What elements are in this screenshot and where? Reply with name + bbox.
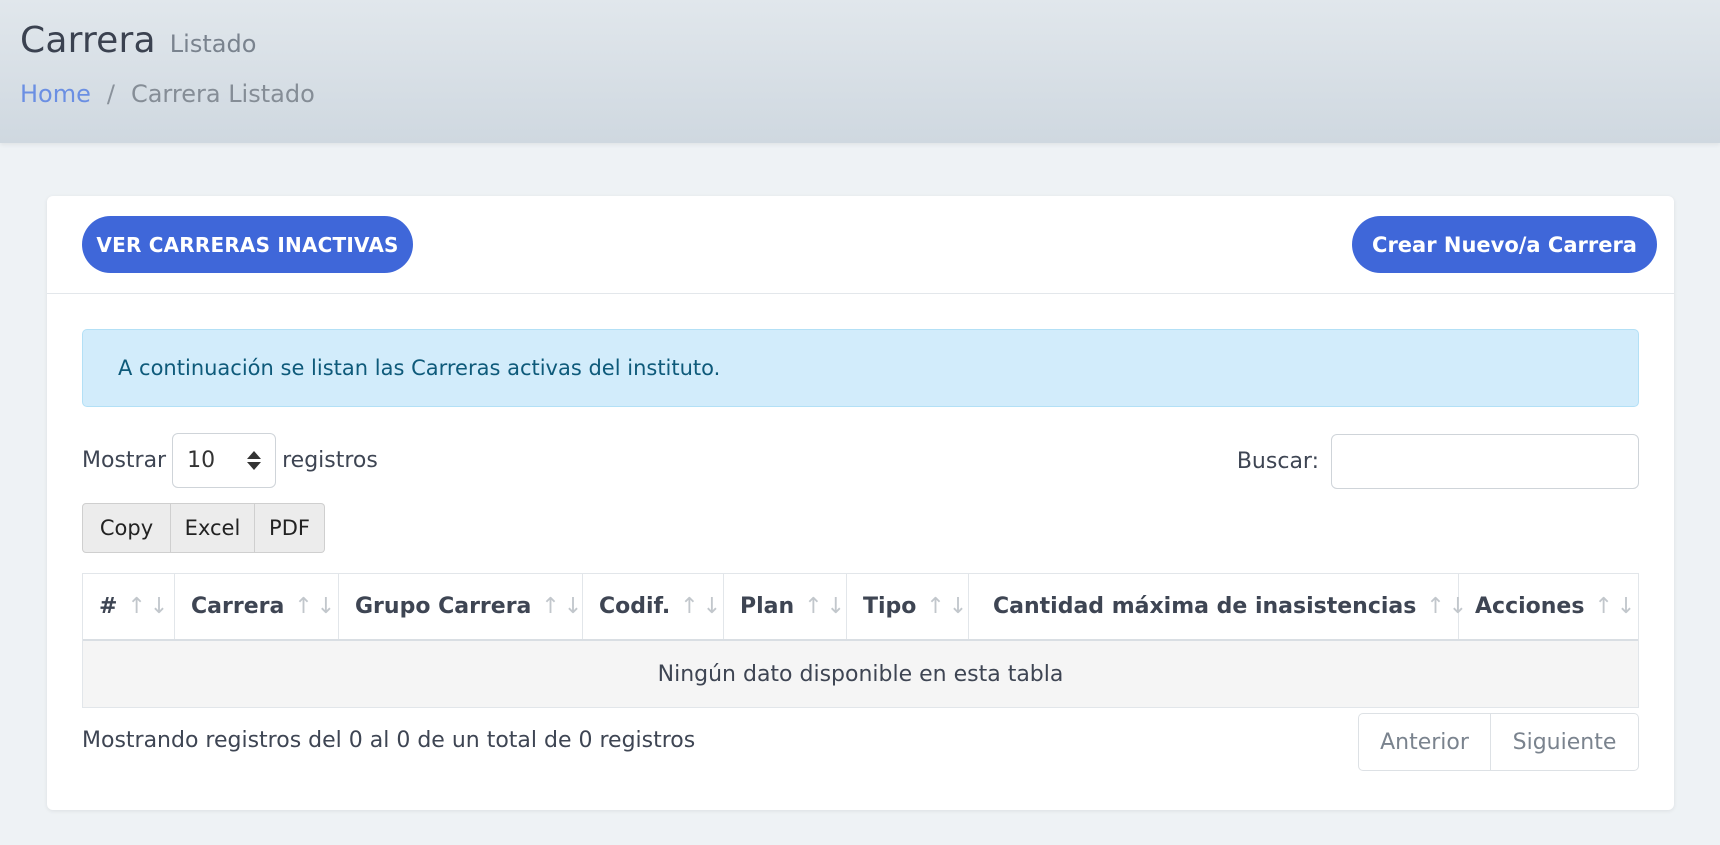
search-control: Buscar: <box>1237 434 1639 489</box>
table-empty-row: Ningún dato disponible en esta tabla <box>83 641 1638 707</box>
breadcrumb-separator: / <box>106 80 115 108</box>
column-header-carrera[interactable]: Carrera ↑↓ <box>175 574 339 639</box>
export-button-group: Copy Excel PDF <box>82 503 325 553</box>
pdf-button[interactable]: PDF <box>255 503 325 553</box>
sort-icon: ↑↓ <box>1594 594 1640 619</box>
column-header-max-absences[interactable]: Cantidad máxima de inasistencias ↑↓ <box>969 574 1467 639</box>
careers-table: # ↑↓ Carrera ↑↓ Grupo Carrera ↑↓ Codif. … <box>82 573 1639 708</box>
breadcrumb-home-link[interactable]: Home <box>20 80 91 108</box>
page-length-prefix: Mostrar <box>82 448 167 473</box>
previous-page-button[interactable]: Anterior <box>1358 713 1491 771</box>
search-label: Buscar: <box>1236 449 1319 474</box>
page-length-suffix: registros <box>282 448 378 473</box>
select-updown-icon <box>247 451 262 470</box>
next-page-button[interactable]: Siguiente <box>1491 713 1639 771</box>
sort-icon: ↑↓ <box>926 594 972 619</box>
sort-icon: ↑↓ <box>127 594 173 619</box>
breadcrumb: Home / Carrera Listado <box>20 80 315 108</box>
sort-icon: ↑↓ <box>804 594 850 619</box>
sort-icon: ↑↓ <box>680 594 726 619</box>
title-row: Carrera Listado <box>20 20 256 61</box>
page-length-select[interactable]: 10 <box>172 433 277 488</box>
page-header: Carrera Listado Home / Carrera Listado <box>0 0 1720 143</box>
breadcrumb-current: Carrera Listado <box>130 80 315 108</box>
table-empty-message: Ningún dato disponible en esta tabla <box>657 661 1064 687</box>
table-info: Mostrando registros del 0 al 0 de un tot… <box>82 728 696 753</box>
column-header-tipo[interactable]: Tipo ↑↓ <box>847 574 969 639</box>
page-length-control: Mostrar 10 registros <box>82 433 378 488</box>
sort-icon: ↑↓ <box>294 594 340 619</box>
content-card: VER CARRERAS INACTIVAS Crear Nuevo/a Car… <box>47 196 1674 810</box>
page-title: Carrera <box>20 20 156 61</box>
create-career-button[interactable]: Crear Nuevo/a Carrera <box>1352 216 1657 273</box>
column-header-acciones[interactable]: Acciones ↑↓ <box>1459 574 1638 639</box>
table-header-row: # ↑↓ Carrera ↑↓ Grupo Carrera ↑↓ Codif. … <box>83 574 1638 641</box>
column-header-codif[interactable]: Codif. ↑↓ <box>583 574 724 639</box>
pagination: Anterior Siguiente <box>1358 713 1639 771</box>
copy-button[interactable]: Copy <box>82 503 171 553</box>
sort-icon: ↑↓ <box>541 594 587 619</box>
column-header-plan[interactable]: Plan ↑↓ <box>724 574 847 639</box>
page-length-value: 10 <box>187 448 216 473</box>
view-inactive-careers-button[interactable]: VER CARRERAS INACTIVAS <box>82 216 413 273</box>
excel-button[interactable]: Excel <box>171 503 255 553</box>
search-input[interactable] <box>1331 434 1639 489</box>
column-header-number[interactable]: # ↑↓ <box>83 574 175 639</box>
card-header: VER CARRERAS INACTIVAS Crear Nuevo/a Car… <box>47 196 1674 294</box>
info-alert-text: A continuación se listan las Carreras ac… <box>118 356 721 380</box>
page-subtitle: Listado <box>169 30 257 58</box>
info-alert: A continuación se listan las Carreras ac… <box>82 329 1639 407</box>
column-header-grupo-carrera[interactable]: Grupo Carrera ↑↓ <box>339 574 583 639</box>
